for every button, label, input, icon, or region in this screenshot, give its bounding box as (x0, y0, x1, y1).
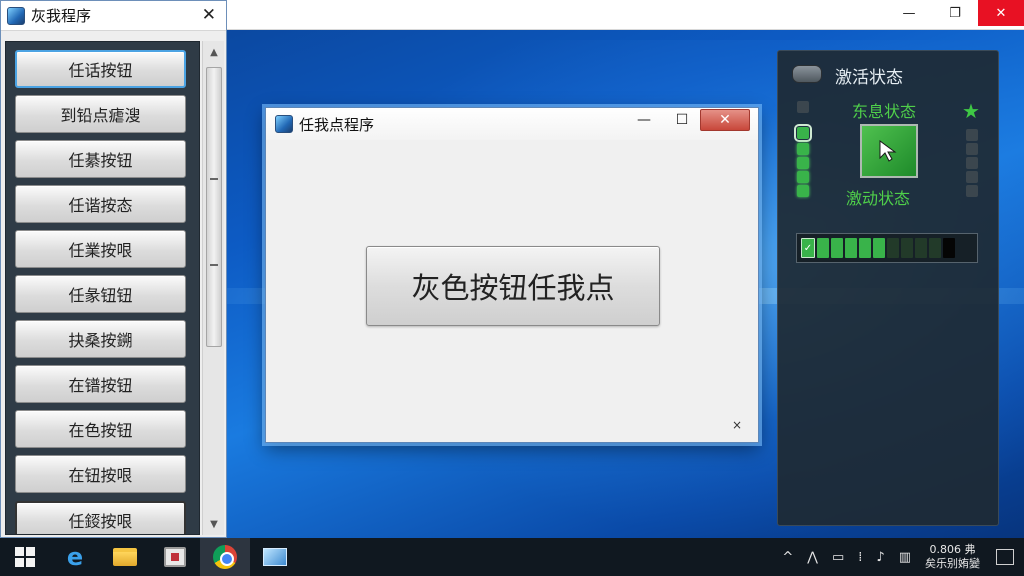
clock-time: 0.806 弗 (929, 543, 976, 556)
program-button-11[interactable]: 任鋄按哏 (15, 501, 186, 534)
dialog-title: 任我点程序 (299, 115, 375, 134)
taskbar-clock[interactable]: 0.806 弗 矣乐别姷變 (925, 543, 980, 571)
progress-segment (915, 238, 927, 258)
scroll-down-arrow-icon[interactable]: ▼ (203, 515, 225, 533)
led-indicator-selected (794, 124, 812, 142)
tray-volume-icon[interactable]: ♪ (876, 550, 884, 565)
program-button-list: 任话按钮 到铅点瘧溲 任綦按钮 任谐按态 任業按哏 任彖钮钮 抉桑按鎙 在镨按钮… (5, 41, 200, 535)
program-list-window: 灰我程序 ✕ 任话按钮 到铅点瘧溲 任綦按钮 任谐按态 任業按哏 任彖钮钮 抉桑… (0, 0, 227, 538)
background-minimize-button[interactable]: — (886, 0, 932, 26)
activation-progress-bar: ✓ (796, 233, 978, 263)
scroll-up-arrow-icon[interactable]: ▲ (203, 43, 225, 61)
clock-date: 矣乐别姷變 (925, 557, 980, 570)
progress-segment (887, 238, 899, 258)
program-button-1[interactable]: 任话按钮 (15, 50, 186, 88)
led-indicator (797, 185, 809, 197)
app-window-icon (263, 548, 287, 566)
led-indicator (797, 101, 809, 113)
led-indicator (966, 129, 978, 141)
status-panel-title: 激活状态 (835, 68, 903, 88)
progress-check-icon: ✓ (801, 238, 815, 258)
progress-segment (831, 238, 843, 258)
cursor-arrow-icon (879, 140, 897, 162)
scroll-grip-upper (210, 178, 218, 180)
background-window-controls: — ❐ ✕ (886, 0, 1024, 26)
folder-icon (113, 548, 137, 566)
program-list-title: 灰我程序 (31, 7, 92, 25)
store-icon (164, 547, 186, 567)
tray-battery-icon[interactable]: ▭ (832, 550, 844, 565)
dialog-app-icon (275, 115, 293, 133)
dialog-minimize-button[interactable]: — (634, 109, 654, 131)
star-icon: ★ (962, 99, 980, 123)
scroll-thumb[interactable] (206, 67, 222, 347)
program-button-10[interactable]: 在钮按哏 (15, 455, 186, 493)
dialog-body: 灰色按钮任我点 × (272, 142, 752, 438)
background-maximize-button[interactable]: ❐ (932, 0, 978, 26)
program-button-7[interactable]: 抉桑按鎙 (15, 320, 186, 358)
app-icon (7, 6, 25, 25)
progress-segment (873, 238, 885, 258)
taskbar: e ^ ⋀ ▭ ⁞ ♪ ▥ 0.806 弗 矣乐别姷變 (0, 538, 1024, 576)
internet-explorer-icon: e (66, 543, 84, 571)
status-label-top: 东息状态 (852, 102, 917, 121)
progress-segment (859, 238, 871, 258)
notification-center-icon[interactable] (996, 549, 1014, 565)
progress-segment (929, 238, 941, 258)
taskbar-store[interactable] (150, 538, 200, 576)
program-button-5[interactable]: 任業按哏 (15, 230, 186, 268)
toggle-pill-icon (792, 65, 822, 83)
chrome-icon (213, 545, 237, 569)
led-indicator (966, 185, 978, 197)
progress-segment-end (943, 238, 955, 258)
taskbar-app[interactable] (250, 538, 300, 576)
system-tray: ^ ⋀ ▭ ⁞ ♪ ▥ 0.806 弗 矣乐别姷變 (782, 538, 1024, 576)
click-program-dialog: 任我点程序 — ☐ ✕ 灰色按钮任我点 × (265, 107, 759, 443)
progress-segment (845, 238, 857, 258)
dialog-close-button[interactable]: ✕ (700, 109, 750, 131)
led-indicator (966, 171, 978, 183)
scroll-grip-lower (210, 264, 218, 266)
program-button-6[interactable]: 任彖钮钮 (15, 275, 186, 313)
tray-overflow-icon[interactable]: ^ (782, 550, 793, 565)
windows-logo-icon (15, 547, 35, 567)
active-status-tile[interactable] (860, 124, 918, 178)
led-indicator (797, 157, 809, 169)
progress-segment (817, 238, 829, 258)
background-close-button[interactable]: ✕ (978, 0, 1024, 26)
taskbar-file-explorer[interactable] (100, 538, 150, 576)
program-button-9[interactable]: 在色按钮 (15, 410, 186, 448)
taskbar-ie[interactable]: e (50, 538, 100, 576)
start-button[interactable] (0, 538, 50, 576)
background-window-titlebar: — ❐ ✕ (226, 0, 1024, 30)
program-list-close-button[interactable]: ✕ (202, 5, 216, 25)
led-indicator (797, 143, 809, 155)
program-list-scrollbar[interactable]: ▲ ▼ (202, 41, 224, 535)
dialog-maximize-button[interactable]: ☐ (670, 109, 694, 131)
led-indicator (966, 143, 978, 155)
program-list-titlebar: 灰我程序 ✕ (1, 1, 226, 31)
tray-network-icon[interactable]: ⁞ (858, 550, 862, 565)
program-button-2[interactable]: 到铅点瘧溲 (15, 95, 186, 133)
tray-keyboard-icon[interactable]: ▥ (899, 550, 911, 565)
tray-chevron-icon[interactable]: ⋀ (807, 550, 818, 565)
activation-status-panel: 激活状态 东息状态 激动状态 ★ ✓ (777, 50, 999, 526)
taskbar-chrome[interactable] (200, 538, 250, 576)
progress-segment (901, 238, 913, 258)
program-button-3[interactable]: 任綦按钮 (15, 140, 186, 178)
led-indicator (966, 157, 978, 169)
program-button-8[interactable]: 在镨按钮 (15, 365, 186, 403)
program-button-4[interactable]: 任谐按态 (15, 185, 186, 223)
status-label-bottom: 激动状态 (846, 189, 911, 208)
dialog-small-close-icon[interactable]: × (732, 418, 742, 432)
led-indicator (797, 171, 809, 183)
gray-click-button[interactable]: 灰色按钮任我点 (366, 246, 660, 326)
